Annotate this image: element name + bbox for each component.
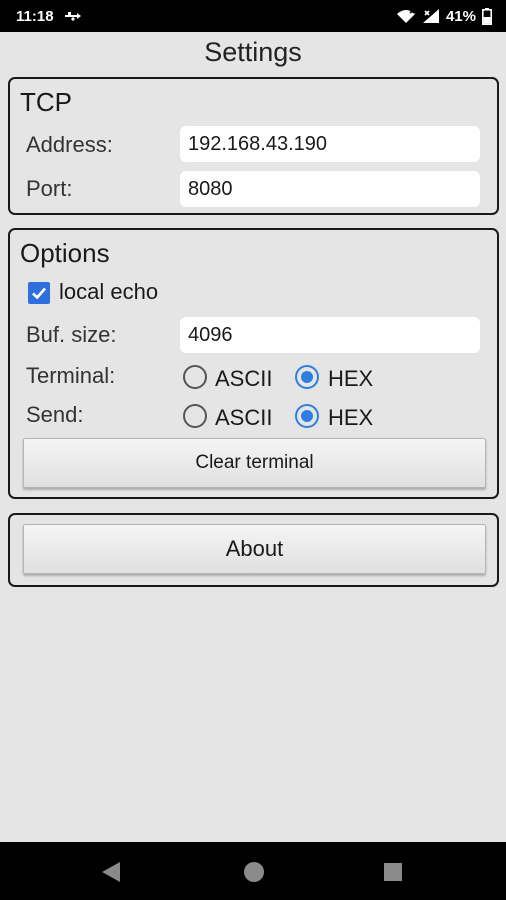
tcp-group-title: TCP xyxy=(20,87,72,117)
send-label: Send: xyxy=(26,402,84,427)
tcp-group: TCP Address: 192.168.43.190 Port: 8080 xyxy=(8,77,499,215)
home-icon[interactable] xyxy=(242,860,266,889)
buf-size-input[interactable]: 4096 xyxy=(180,317,480,353)
navigation-bar xyxy=(0,842,506,900)
options-group-title: Options xyxy=(20,238,110,268)
wifi-icon xyxy=(396,8,416,24)
port-label: Port: xyxy=(26,176,73,201)
clear-terminal-button[interactable]: Clear terminal xyxy=(23,438,486,488)
checkmark-icon xyxy=(32,287,46,300)
terminal-ascii-label[interactable]: ASCII xyxy=(215,366,272,392)
status-bar: 11:18 41% xyxy=(0,0,506,32)
terminal-label: Terminal: xyxy=(26,363,116,388)
options-group: Options local echo Buf. size: 4096 Termi… xyxy=(8,228,499,499)
recents-icon[interactable] xyxy=(383,862,403,887)
page-title: Settings xyxy=(204,37,302,67)
terminal-hex-radio[interactable] xyxy=(295,365,319,389)
terminal-hex-label[interactable]: HEX xyxy=(328,366,373,392)
address-input[interactable]: 192.168.43.190 xyxy=(180,126,480,162)
battery-icon xyxy=(482,7,492,25)
back-icon[interactable] xyxy=(101,861,121,888)
status-time: 11:18 xyxy=(16,7,54,25)
terminal-ascii-radio[interactable] xyxy=(183,365,207,389)
send-hex-label[interactable]: HEX xyxy=(328,405,373,431)
local-echo-checkbox[interactable] xyxy=(28,282,50,304)
send-ascii-radio[interactable] xyxy=(183,404,207,428)
port-input[interactable]: 8080 xyxy=(180,171,480,207)
buf-size-label: Buf. size: xyxy=(26,322,117,347)
send-ascii-label[interactable]: ASCII xyxy=(215,405,272,431)
signal-icon xyxy=(422,8,440,24)
local-echo-label[interactable]: local echo xyxy=(59,279,158,305)
about-button[interactable]: About xyxy=(23,524,486,574)
battery-percent: 41% xyxy=(445,7,476,25)
address-label: Address: xyxy=(26,132,113,157)
usb-debug-icon xyxy=(64,10,82,22)
send-hex-radio[interactable] xyxy=(295,404,319,428)
about-group: About xyxy=(8,513,499,587)
